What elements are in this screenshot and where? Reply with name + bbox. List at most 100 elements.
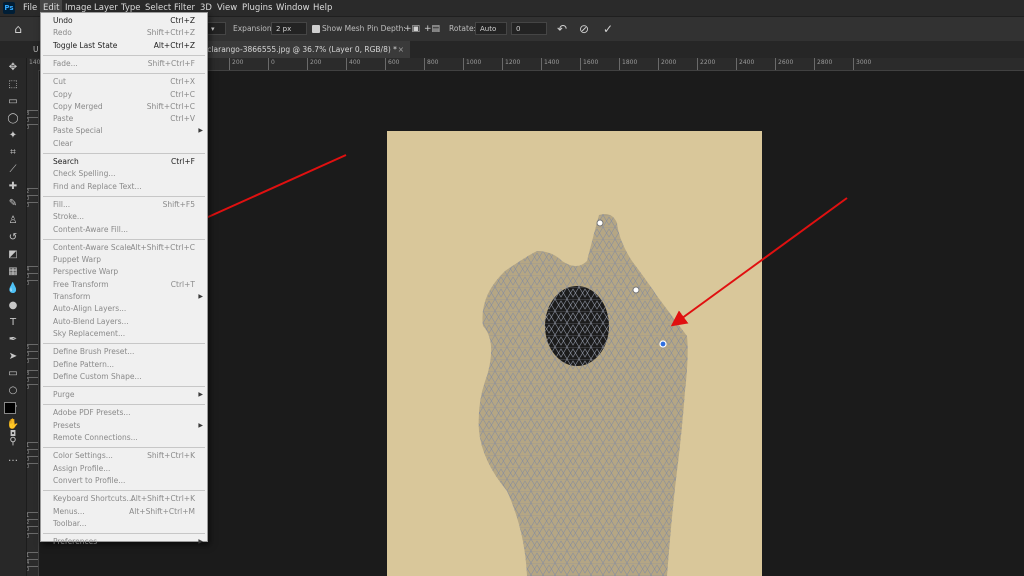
menu-separator [43,153,205,154]
menu-item-shortcut: Shift+Ctrl+K [147,451,195,461]
menu-item-label: Toolbar... [53,518,87,528]
submenu-arrow-icon: ▶ [198,538,203,546]
menu-item-label: Auto-Align Layers... [53,304,127,314]
menu-item-label: Find and Replace Text... [53,181,142,191]
menu-item-perspective-warp[interactable]: Perspective Warp [41,266,207,278]
menu-item-cut[interactable]: Cut Ctrl+X [41,76,207,88]
menu-item-label: Adobe PDF Presets... [53,408,131,418]
menu-item-label: Toggle Last State [53,40,118,50]
menu-item-assign-profile[interactable]: Assign Profile... [41,463,207,475]
menu-item-paste-special[interactable]: Paste Special ▶ [41,125,207,137]
menu-item-keyboard-shortcuts[interactable]: Keyboard Shortcuts... Alt+Shift+Ctrl+K [41,493,207,505]
menu-item-label: Define Brush Preset... [53,347,135,357]
submenu-arrow-icon: ▶ [198,421,203,429]
menu-item-shortcut: Alt+Shift+Ctrl+K [130,494,195,504]
menu-separator [43,386,205,388]
menu-item-shortcut: Alt+Ctrl+Z [153,40,195,50]
menu-item-label: Remote Connections... [53,433,138,442]
menu-item-preferences[interactable]: Preferences ▶ [41,536,207,548]
menu-item-label: Purge [53,390,75,400]
menu-item-label: Puppet Warp [53,255,101,265]
submenu-arrow-icon: ▶ [198,127,203,135]
menu-item-fade[interactable]: Fade... Shift+Ctrl+F [41,58,207,70]
menu-item-remote-connections[interactable]: Remote Connections... [41,432,207,444]
menu-separator [43,73,205,75]
menu-item-shortcut: Alt+Shift+Ctrl+M [129,506,195,516]
menu-separator [43,533,205,535]
menu-item-undo[interactable]: Undo Ctrl+Z [41,15,207,27]
menu-item-shortcut: Ctrl+V [170,114,195,124]
menu-item-search[interactable]: Search Ctrl+F [41,156,207,168]
menu-item-stroke[interactable]: Stroke... [41,211,207,223]
menu-item-transform[interactable]: Transform ▶ [41,291,207,303]
menu-item-label: Fill... [53,199,71,209]
menu-item-check-spelling[interactable]: Check Spelling... [41,168,207,180]
menu-item-label: Check Spelling... [53,169,116,179]
menu-item-shortcut: Shift+F5 [162,199,195,209]
menu-item-label: Copy [53,89,73,99]
menu-item-label: Transform [53,292,91,301]
menu-item-label: Color Settings... [53,451,113,461]
menu-item-menus[interactable]: Menus... Alt+Shift+Ctrl+M [41,506,207,518]
menu-item-free-transform[interactable]: Free Transform Ctrl+T [41,279,207,291]
menu-item-define-pattern[interactable]: Define Pattern... [41,359,207,371]
submenu-arrow-icon: ▶ [198,391,203,399]
menu-item-redo[interactable]: Redo Shift+Ctrl+Z [41,27,207,39]
menu-item-label: Auto-Blend Layers... [53,316,129,326]
menu-item-toolbar[interactable]: Toolbar... [41,518,207,530]
menu-item-label: Define Pattern... [53,359,114,369]
menu-item-label: Free Transform [53,279,109,289]
menu-item-label: Redo [53,28,72,38]
menu-item-label: Convert to Profile... [53,475,126,485]
menu-item-auto-align-layers[interactable]: Auto-Align Layers... [41,303,207,315]
menu-separator [43,447,205,449]
menu-item-clear[interactable]: Clear [41,138,207,150]
menu-item-shortcut: Shift+Ctrl+Z [146,28,195,38]
menu-separator [43,490,205,492]
menu-separator [43,343,205,345]
menu-separator [43,54,205,56]
menu-item-label: Stroke... [53,212,85,222]
menu-item-copy-merged[interactable]: Copy Merged Shift+Ctrl+C [41,101,207,113]
menu-item-label: Menus... [53,506,85,516]
menu-item-label: Copy Merged [53,101,103,111]
menu-item-purge[interactable]: Purge ▶ [41,389,207,401]
menu-item-label: Paste [53,114,74,124]
menu-item-label: Sky Replacement... [53,328,126,338]
menu-item-label: Assign Profile... [53,463,111,473]
menu-item-shortcut: Shift+Ctrl+F [147,58,195,68]
menu-item-presets[interactable]: Presets ▶ [41,420,207,432]
menu-item-label: Define Custom Shape... [53,371,142,381]
menu-item-label: Perspective Warp [53,267,119,277]
menu-item-shortcut: Ctrl+T [170,279,195,289]
menu-item-label: Undo [53,16,73,25]
menu-item-copy[interactable]: Copy Ctrl+C [41,89,207,101]
edit-dropdown-menu: Undo Ctrl+Z Redo Shift+Ctrl+Z Toggle Last St… [40,12,208,546]
menu-item-find-and-replace-text[interactable]: Find and Replace Text... [41,181,207,193]
menu-item-label: Content-Aware Fill... [53,224,129,234]
menu-item-label: Cut [53,77,66,87]
submenu-arrow-icon: ▶ [198,293,203,300]
menu-item-shortcut: Ctrl+Z [170,16,195,25]
menu-item-content-aware-fill[interactable]: Content-Aware Fill... [41,224,207,236]
menu-item-shortcut: Ctrl+C [170,89,195,99]
menu-item-shortcut: Shift+Ctrl+C [146,101,195,111]
menu-item-label: Presets [53,420,81,430]
menu-item-label: Paste Special [53,126,103,136]
menu-item-toggle-last-state[interactable]: Toggle Last State Alt+Ctrl+Z [41,40,207,52]
menu-item-content-aware-scale[interactable]: Content-Aware Scale Alt+Shift+Ctrl+C [41,242,207,254]
menu-item-convert-to-profile[interactable]: Convert to Profile... [41,475,207,487]
menu-separator [43,404,205,406]
menu-item-adobe-pdf-presets[interactable]: Adobe PDF Presets... [41,407,207,419]
menu-item-sky-replacement[interactable]: Sky Replacement... [41,328,207,340]
menu-item-define-brush-preset[interactable]: Define Brush Preset... [41,346,207,358]
menu-item-puppet-warp[interactable]: Puppet Warp [41,254,207,266]
menu-item-fill[interactable]: Fill... Shift+F5 [41,199,207,211]
menu-item-color-settings[interactable]: Color Settings... Shift+Ctrl+K [41,450,207,462]
menu-item-define-custom-shape[interactable]: Define Custom Shape... [41,371,207,383]
menu-item-label: Clear [53,138,73,148]
menu-separator [43,195,205,197]
menu-item-paste[interactable]: Paste Ctrl+V [41,113,207,125]
menu-item-shortcut: Alt+Shift+Ctrl+C [130,242,195,252]
menu-item-auto-blend-layers[interactable]: Auto-Blend Layers... [41,316,207,328]
